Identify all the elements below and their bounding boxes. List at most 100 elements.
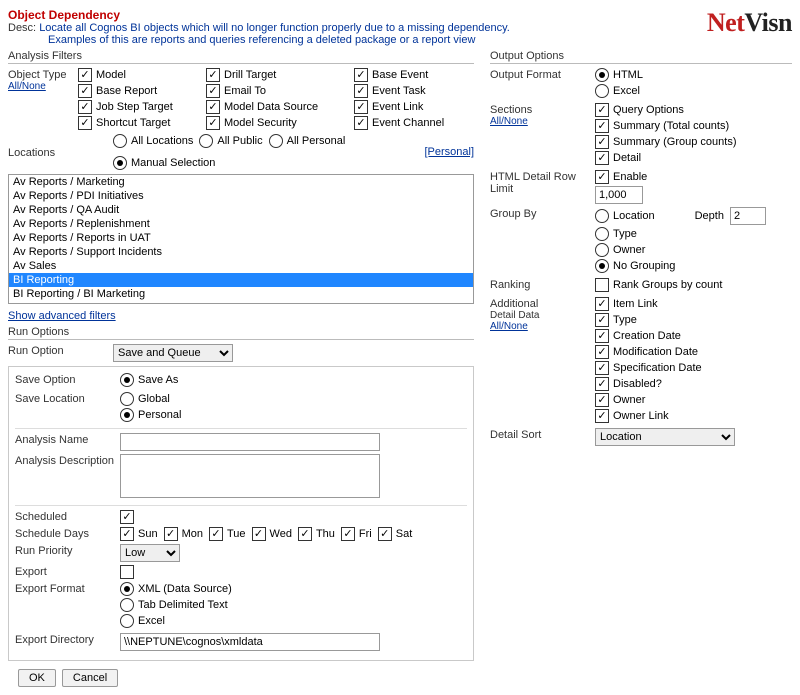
enable-row-limit-checkbox[interactable]: ✓ <box>595 170 609 184</box>
analysis-desc-textarea[interactable] <box>120 454 380 498</box>
locations-listbox[interactable]: Av Reports / MarketingAv Reports / PDI I… <box>8 174 474 304</box>
object-type-text: Base Event <box>372 69 428 81</box>
global-radio[interactable] <box>120 392 134 406</box>
add-detail-checkbox[interactable]: ✓ <box>595 361 609 375</box>
output-excel-radio[interactable] <box>595 84 609 98</box>
location-list-item[interactable]: Av Reports / Support Incidents <box>9 245 473 259</box>
location-scope-radio[interactable] <box>199 134 213 148</box>
ok-button[interactable]: OK <box>18 669 56 687</box>
day-text: Sun <box>138 528 158 540</box>
group-by-radio[interactable] <box>595 259 609 273</box>
analysis-filters-header: Analysis Filters <box>8 50 474 64</box>
desc-line-1: Locate all Cognos BI objects which will … <box>39 22 510 34</box>
personal-link[interactable]: [Personal] <box>424 146 474 158</box>
day-checkbox[interactable]: ✓ <box>164 527 178 541</box>
cancel-button[interactable]: Cancel <box>62 669 118 687</box>
enable-text: Enable <box>613 171 647 183</box>
sections-all-none-link[interactable]: All/None <box>490 116 528 127</box>
object-type-checkbox[interactable]: ✓ <box>354 100 368 114</box>
location-scope-text: All Personal <box>287 135 346 147</box>
location-list-item[interactable]: Av Reports / PDI Initiatives <box>9 189 473 203</box>
day-checkbox[interactable]: ✓ <box>120 527 134 541</box>
day-checkbox[interactable]: ✓ <box>378 527 392 541</box>
add-detail-all-none-link[interactable]: All/None <box>490 321 528 332</box>
add-detail-label-2: Detail Data <box>490 310 595 321</box>
export-excel-radio[interactable] <box>120 614 134 628</box>
day-checkbox[interactable]: ✓ <box>209 527 223 541</box>
personal-radio[interactable] <box>120 408 134 422</box>
object-type-text: Email To <box>224 85 266 97</box>
show-advanced-filters-link[interactable]: Show advanced filters <box>8 310 116 322</box>
location-list-item[interactable]: Av Reports / Replenishment <box>9 217 473 231</box>
export-xml-radio[interactable] <box>120 582 134 596</box>
ranking-label: Ranking <box>490 278 595 291</box>
export-dir-input[interactable] <box>120 633 380 651</box>
section-text: Detail <box>613 152 641 164</box>
output-html-radio[interactable] <box>595 68 609 82</box>
add-detail-checkbox[interactable]: ✓ <box>595 377 609 391</box>
object-type-text: Job Step Target <box>96 101 173 113</box>
add-detail-checkbox[interactable]: ✓ <box>595 329 609 343</box>
depth-label: Depth <box>695 210 724 222</box>
group-by-radio[interactable] <box>595 227 609 241</box>
object-type-checkbox[interactable]: ✓ <box>78 68 92 82</box>
day-checkbox[interactable]: ✓ <box>298 527 312 541</box>
run-option-select[interactable]: Save and Queue <box>113 344 233 362</box>
export-tab-radio[interactable] <box>120 598 134 612</box>
save-as-radio[interactable] <box>120 373 134 387</box>
group-by-radio[interactable] <box>595 243 609 257</box>
object-type-checkbox[interactable]: ✓ <box>206 84 220 98</box>
scheduled-checkbox[interactable]: ✓ <box>120 510 134 524</box>
day-checkbox[interactable]: ✓ <box>341 527 355 541</box>
location-list-item[interactable]: BI Reporting / BI Marketing <box>9 287 473 301</box>
object-type-text: Event Channel <box>372 117 444 129</box>
location-list-item[interactable]: Av Reports / QA Audit <box>9 203 473 217</box>
object-type-text: Event Task <box>372 85 426 97</box>
location-list-item[interactable]: BI Reporting / BI Sales <box>9 301 473 304</box>
object-type-checkbox[interactable]: ✓ <box>206 68 220 82</box>
section-checkbox[interactable]: ✓ <box>595 119 609 133</box>
object-type-checkbox[interactable]: ✓ <box>206 100 220 114</box>
add-detail-checkbox[interactable]: ✓ <box>595 409 609 423</box>
object-type-checkbox[interactable]: ✓ <box>78 116 92 130</box>
save-option-label: Save Option <box>15 373 120 386</box>
location-list-item[interactable]: BI Reporting <box>9 273 473 287</box>
object-type-text: Model <box>96 69 126 81</box>
object-type-checkbox[interactable]: ✓ <box>354 84 368 98</box>
export-xml-text: XML (Data Source) <box>138 583 232 595</box>
add-detail-checkbox[interactable]: ✓ <box>595 297 609 311</box>
analysis-name-input[interactable] <box>120 433 380 451</box>
object-type-checkbox[interactable]: ✓ <box>78 100 92 114</box>
add-detail-checkbox[interactable]: ✓ <box>595 313 609 327</box>
section-checkbox[interactable]: ✓ <box>595 151 609 165</box>
object-type-checkbox[interactable]: ✓ <box>78 84 92 98</box>
group-by-radio[interactable] <box>595 209 609 223</box>
location-list-item[interactable]: Av Sales <box>9 259 473 273</box>
location-scope-radio[interactable] <box>269 134 283 148</box>
location-scope-radio[interactable] <box>113 156 127 170</box>
section-checkbox[interactable]: ✓ <box>595 103 609 117</box>
location-scope-text: All Locations <box>131 135 193 147</box>
location-list-item[interactable]: Av Reports / Reports in UAT <box>9 231 473 245</box>
day-checkbox[interactable]: ✓ <box>252 527 266 541</box>
row-limit-input[interactable] <box>595 186 643 204</box>
detail-sort-select[interactable]: Location <box>595 428 735 446</box>
location-list-item[interactable]: Av Reports / Marketing <box>9 175 473 189</box>
object-type-checkbox[interactable]: ✓ <box>354 68 368 82</box>
add-detail-checkbox[interactable]: ✓ <box>595 393 609 407</box>
object-type-checkbox[interactable]: ✓ <box>354 116 368 130</box>
depth-input[interactable] <box>730 207 766 225</box>
analysis-desc-label: Analysis Description <box>15 454 120 467</box>
day-text: Fri <box>359 528 372 540</box>
object-type-all-none-link[interactable]: All/None <box>8 81 46 92</box>
add-detail-checkbox[interactable]: ✓ <box>595 345 609 359</box>
section-checkbox[interactable]: ✓ <box>595 135 609 149</box>
ranking-checkbox[interactable] <box>595 278 609 292</box>
ranking-text: Rank Groups by count <box>613 279 722 291</box>
day-text: Tue <box>227 528 246 540</box>
run-priority-select[interactable]: Low <box>120 544 180 562</box>
location-scope-radio[interactable] <box>113 134 127 148</box>
export-checkbox[interactable] <box>120 565 134 579</box>
desc-label: Desc: <box>8 22 36 34</box>
object-type-checkbox[interactable]: ✓ <box>206 116 220 130</box>
